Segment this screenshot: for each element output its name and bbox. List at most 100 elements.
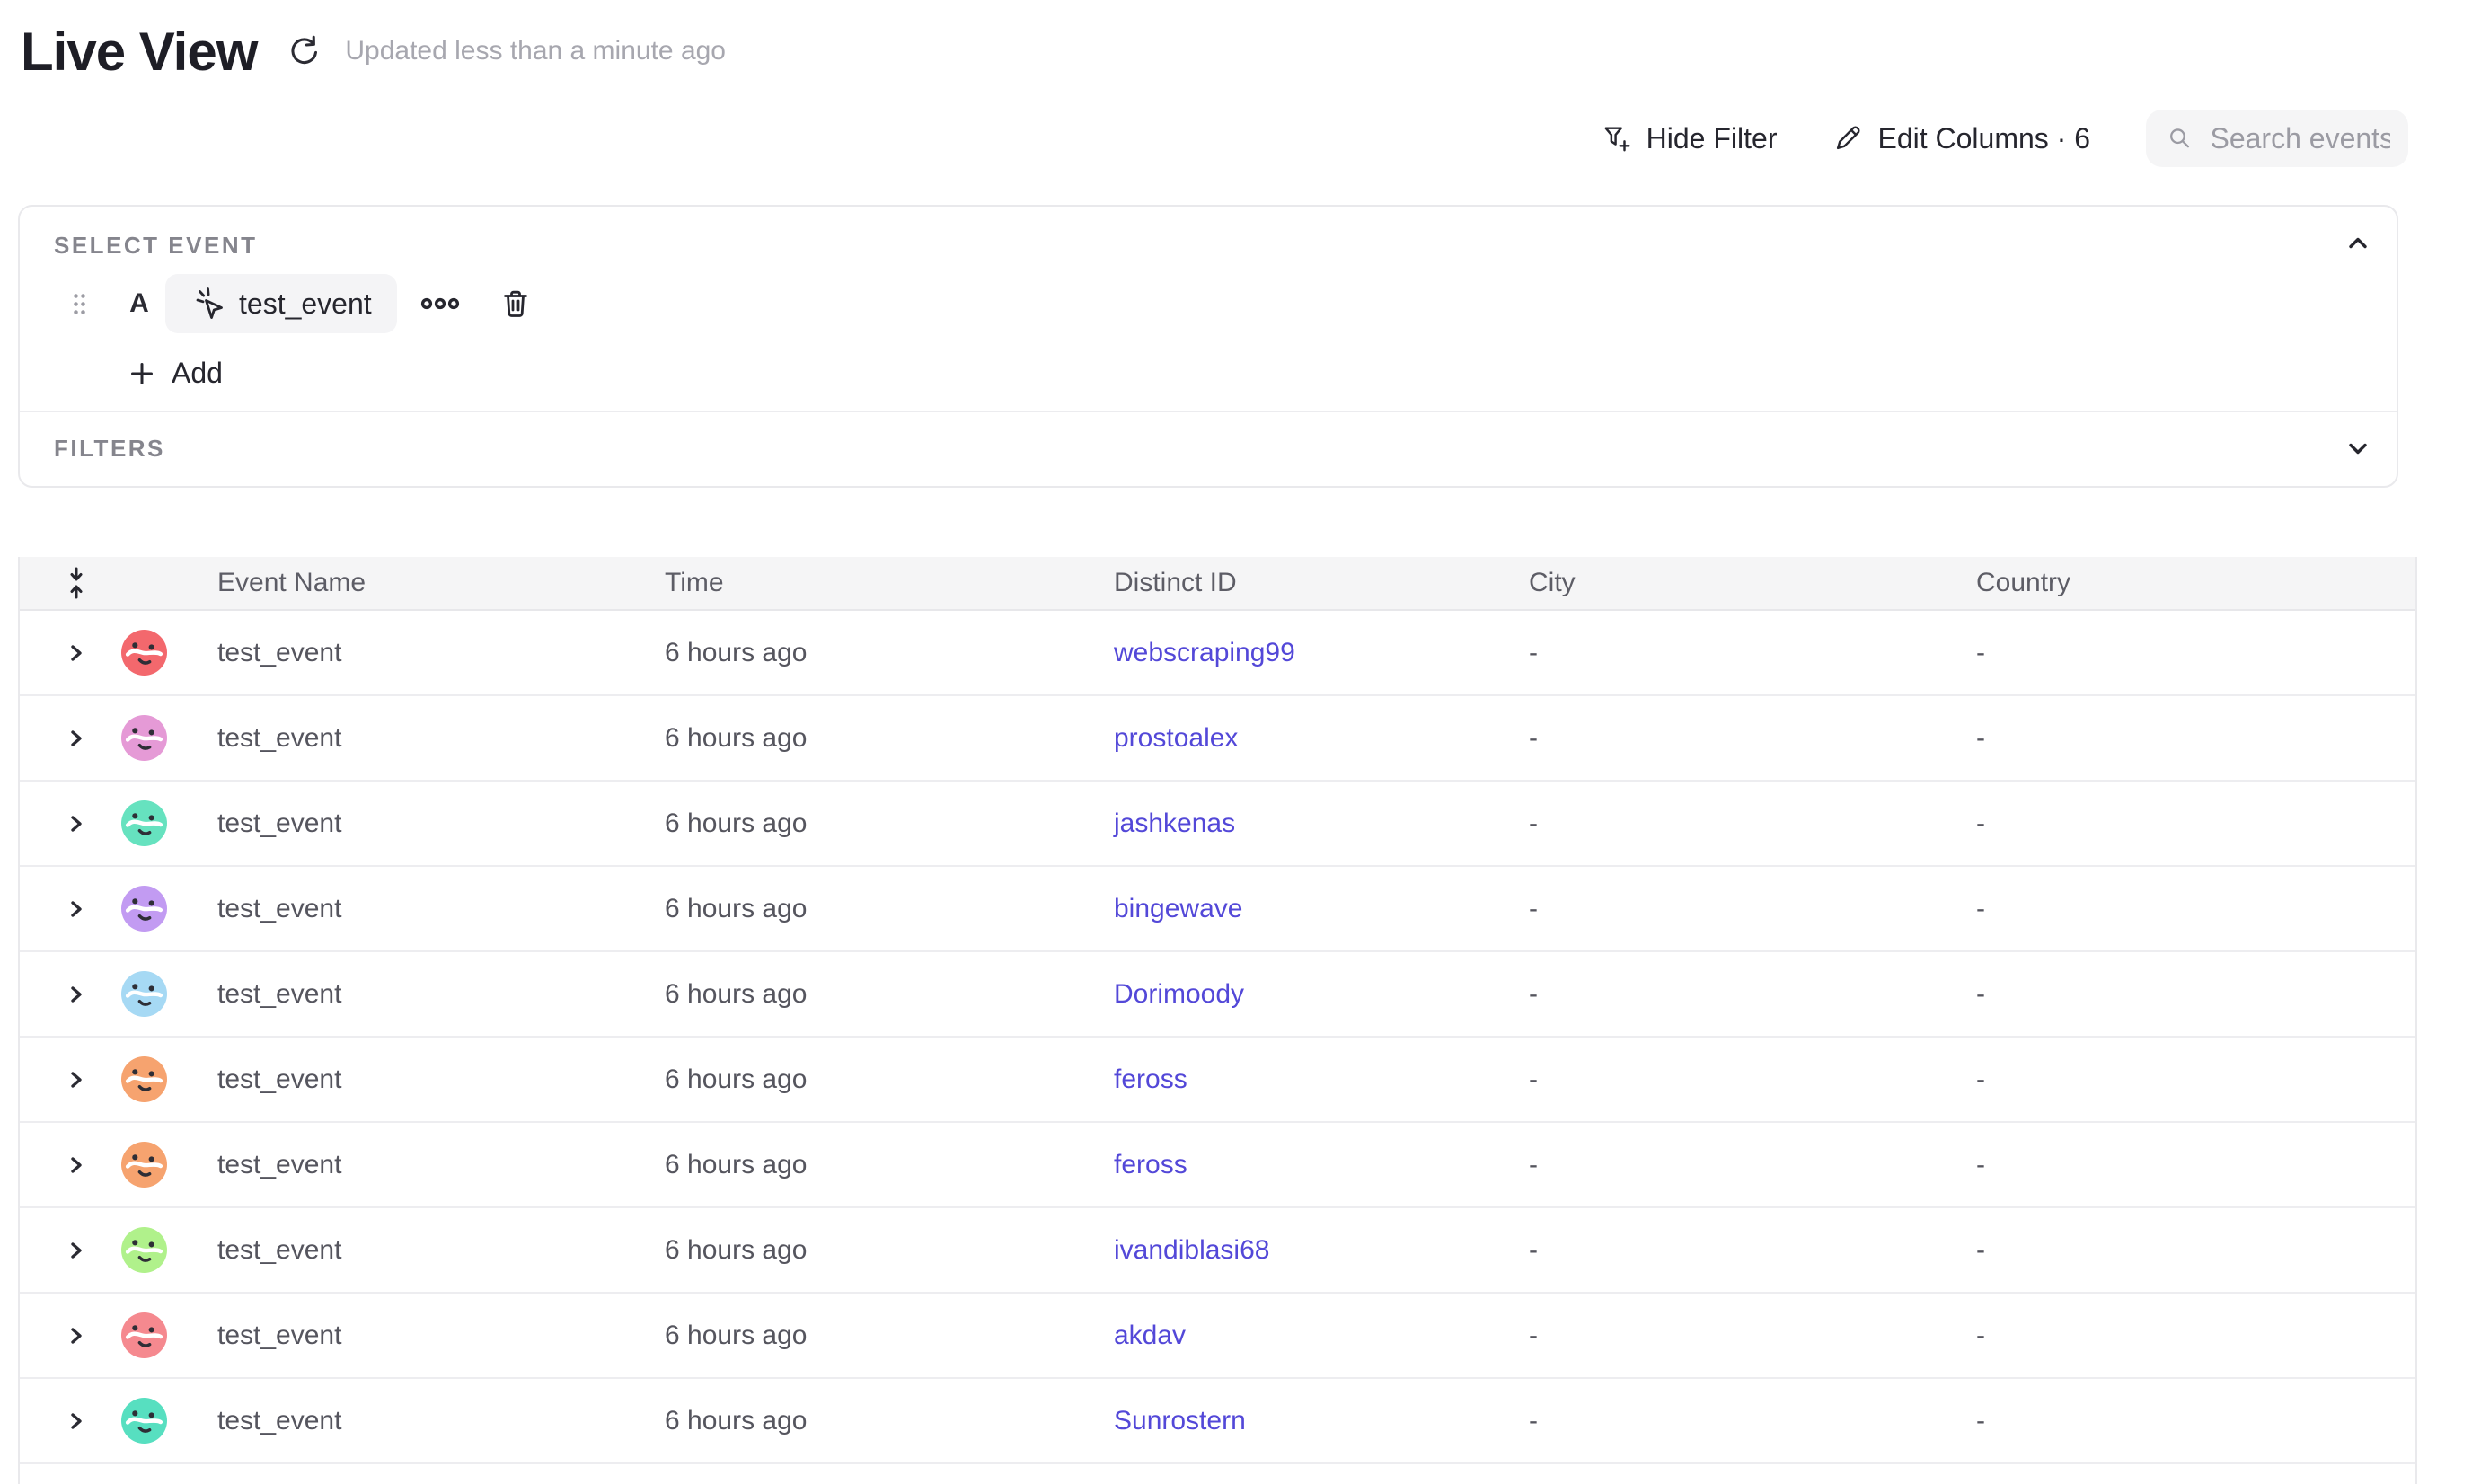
event-time: 6 hours ago (647, 1064, 1096, 1095)
city-value: - (1511, 1235, 1958, 1266)
avatar-face-icon (121, 800, 167, 846)
event-name: test_event (199, 638, 647, 668)
table-row[interactable]: test_event 6 hours ago feross - - (20, 1038, 2415, 1123)
country-value: - (1958, 1150, 2415, 1180)
chevron-right-icon (66, 643, 86, 663)
page-title: Live View (21, 21, 257, 83)
distinct-id-link[interactable]: webscraping99 (1114, 638, 1295, 667)
avatar-face-icon (121, 1056, 167, 1102)
avatar-face-icon (121, 1398, 167, 1444)
table-body: test_event 6 hours ago webscraping99 - -… (20, 611, 2415, 1464)
expand-row-button[interactable] (66, 1326, 86, 1346)
updated-status: Updated less than a minute ago (345, 36, 726, 66)
avatar (121, 1056, 167, 1102)
column-header-city: City (1511, 568, 1958, 598)
trash-icon (499, 287, 532, 320)
expand-row-button[interactable] (66, 899, 86, 919)
distinct-id-link[interactable]: bingewave (1114, 894, 1242, 923)
country-value: - (1958, 1235, 2415, 1266)
avatar-face-icon (121, 1227, 167, 1273)
event-name: test_event (199, 1235, 647, 1266)
event-time: 6 hours ago (647, 894, 1096, 924)
collapse-rows-button[interactable] (20, 566, 105, 600)
select-event-label: SELECT EVENT (54, 232, 257, 260)
expand-row-button[interactable] (66, 1155, 86, 1175)
chevron-right-icon (66, 1070, 86, 1090)
refresh-button[interactable] (284, 31, 323, 71)
country-value: - (1958, 638, 2415, 668)
expand-row-button[interactable] (66, 729, 86, 748)
table-row[interactable]: test_event 6 hours ago Dorimoody - - (20, 952, 2415, 1038)
plus-icon (128, 360, 155, 387)
chevron-up-icon (2346, 232, 2370, 255)
page-header: Live View Updated less than a minute ago (21, 22, 726, 81)
filter-plus-icon (1602, 123, 1632, 154)
distinct-id-link[interactable]: ivandiblasi68 (1114, 1235, 1269, 1265)
pencil-icon (1832, 123, 1863, 154)
filters-section: FILTERS (20, 412, 2397, 484)
event-selector-chip[interactable]: test_event (165, 274, 397, 333)
event-time: 6 hours ago (647, 1321, 1096, 1351)
avatar-face-icon (121, 971, 167, 1017)
distinct-id-link[interactable]: Dorimoody (1114, 979, 1244, 1009)
hide-filter-button[interactable]: Hide Filter (1602, 122, 1778, 155)
event-name: test_event (199, 808, 647, 839)
edit-columns-button[interactable]: Edit Columns · 6 (1832, 122, 2090, 155)
event-time: 6 hours ago (647, 808, 1096, 839)
table-row[interactable]: test_event 6 hours ago bingewave - - (20, 867, 2415, 952)
column-header-event-name: Event Name (199, 568, 647, 598)
chevron-down-icon (2346, 437, 2370, 460)
table-row[interactable]: test_event 6 hours ago feross - - (20, 1123, 2415, 1208)
expand-row-button[interactable] (66, 814, 86, 834)
avatar (121, 1142, 167, 1188)
avatar (121, 1227, 167, 1273)
search-box[interactable] (2146, 110, 2408, 167)
collapse-section-button[interactable] (2346, 232, 2370, 255)
distinct-id-link[interactable]: Sunrostern (1114, 1406, 1246, 1435)
avatar-face-icon (121, 715, 167, 761)
cursor-click-icon (190, 286, 226, 322)
event-more-options-button[interactable] (420, 296, 460, 311)
expand-row-button[interactable] (66, 1411, 86, 1431)
chevron-right-icon (66, 1241, 86, 1260)
table-row[interactable]: test_event 6 hours ago Sunrostern - - (20, 1379, 2415, 1464)
distinct-id-link[interactable]: jashkenas (1114, 808, 1235, 838)
avatar (121, 715, 167, 761)
city-value: - (1511, 1406, 1958, 1436)
country-value: - (1958, 723, 2415, 754)
toolbar: Hide Filter Edit Columns · 6 (1602, 110, 2408, 167)
city-value: - (1511, 1321, 1958, 1351)
table-row[interactable]: test_event 6 hours ago webscraping99 - - (20, 611, 2415, 696)
collapse-rows-icon (66, 566, 87, 600)
table-row[interactable]: test_event 6 hours ago prostoalex - - (20, 696, 2415, 782)
event-name: test_event (199, 1406, 647, 1436)
expand-row-button[interactable] (66, 1241, 86, 1260)
table-row[interactable]: test_event 6 hours ago ivandiblasi68 - - (20, 1208, 2415, 1294)
expand-row-button[interactable] (66, 643, 86, 663)
event-name: test_event (199, 1064, 647, 1095)
distinct-id-link[interactable]: feross (1114, 1150, 1187, 1179)
expand-row-button[interactable] (66, 985, 86, 1004)
event-row-letter: A (129, 288, 149, 319)
delete-event-button[interactable] (499, 287, 532, 320)
column-header-country: Country (1958, 568, 2415, 598)
drag-handle[interactable] (72, 292, 87, 316)
chevron-right-icon (66, 985, 86, 1004)
event-name: test_event (199, 1321, 647, 1351)
distinct-id-link[interactable]: feross (1114, 1064, 1187, 1094)
expand-row-button[interactable] (66, 1070, 86, 1090)
event-time: 6 hours ago (647, 1406, 1096, 1436)
avatar-face-icon (121, 1142, 167, 1188)
add-event-button[interactable]: Add (128, 357, 223, 390)
chevron-right-icon (66, 814, 86, 834)
table-row[interactable]: test_event 6 hours ago akdav - - (20, 1294, 2415, 1379)
chevron-right-icon (66, 1326, 86, 1346)
distinct-id-link[interactable]: akdav (1114, 1321, 1186, 1350)
chevron-right-icon (66, 899, 86, 919)
expand-filters-button[interactable] (2346, 437, 2370, 460)
search-input[interactable] (2210, 122, 2390, 155)
distinct-id-link[interactable]: prostoalex (1114, 723, 1238, 753)
table-row[interactable]: test_event 6 hours ago jashkenas - - (20, 782, 2415, 867)
search-icon (2167, 123, 2192, 154)
event-time: 6 hours ago (647, 638, 1096, 668)
